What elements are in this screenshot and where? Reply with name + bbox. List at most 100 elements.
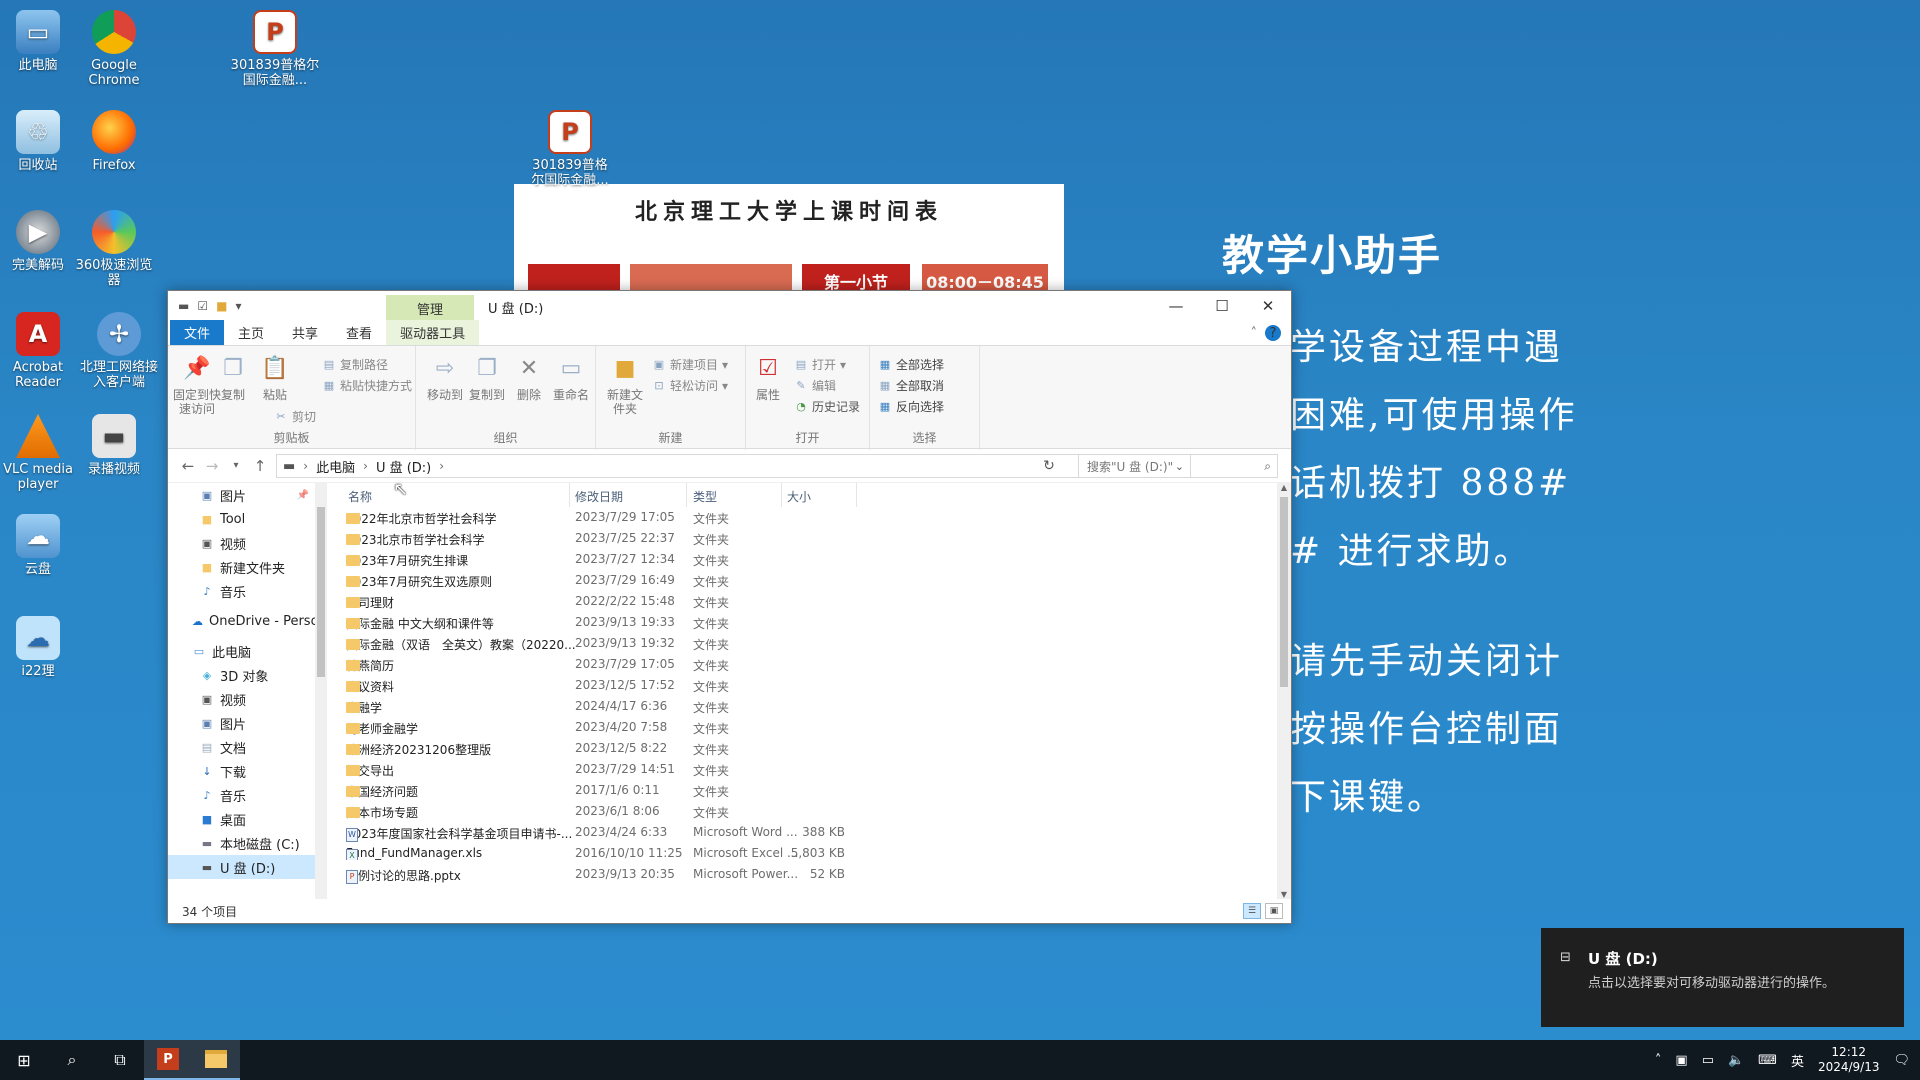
copy-button[interactable]: ❐ 复制 bbox=[212, 352, 254, 403]
history-button[interactable]: ◔ 历史记录 bbox=[794, 398, 860, 415]
file-row[interactable]: 中国经济问题 2017/1/6 0:11 文件夹 bbox=[336, 780, 1277, 801]
nav-item[interactable]: ▣ 图片 bbox=[168, 711, 315, 735]
help-icon[interactable]: ? bbox=[1265, 325, 1281, 341]
task-view-button[interactable]: ⧉ bbox=[96, 1040, 144, 1080]
file-row[interactable]: 2022年北京市哲学社会科学 2023/7/29 17:05 文件夹 bbox=[336, 507, 1277, 528]
nav-item[interactable]: ▣ 图片 📌 bbox=[168, 483, 315, 507]
chevron-up-icon[interactable]: ˄ bbox=[1655, 1053, 1662, 1068]
tab-drive-tools[interactable]: 驱动器工具 bbox=[386, 320, 480, 345]
start-button[interactable]: ⊞ bbox=[0, 1040, 48, 1080]
clock[interactable]: 12:12 2024/9/13 bbox=[1818, 1045, 1880, 1075]
properties-button[interactable]: ☑ 属性 bbox=[748, 352, 788, 403]
rename-button[interactable]: ▭ 重命名 bbox=[546, 352, 596, 403]
pin-icon[interactable]: 📌 bbox=[297, 490, 309, 501]
file-row[interactable]: 公司理财 2022/2/22 15:48 文件夹 bbox=[336, 591, 1277, 612]
nav-item[interactable]: ■ Tool bbox=[168, 507, 315, 531]
file-row[interactable]: 国际金融 中文大纲和课件等 2023/9/13 19:33 文件夹 bbox=[336, 612, 1277, 633]
nav-item[interactable]: ▬ U 盘 (D:) bbox=[168, 855, 315, 879]
file-row[interactable]: 会议资料 2023/12/5 17:52 文件夹 bbox=[336, 675, 1277, 696]
tab-share[interactable]: 共享 bbox=[278, 320, 332, 345]
desktop-icon-acrobat[interactable]: A Acrobat Reader bbox=[0, 312, 78, 390]
desktop-icon-recording[interactable]: ▬ 录播视频 bbox=[74, 414, 154, 477]
network-icon[interactable]: ▭ bbox=[1702, 1053, 1714, 1068]
cut-button[interactable]: ✂ 剪切 bbox=[274, 408, 316, 425]
edit-button[interactable]: ✎ 编辑 bbox=[794, 377, 836, 394]
desktop-icon-ppt-1[interactable]: P 301839普格尔国际金融... bbox=[225, 10, 325, 88]
column-date[interactable]: 修改日期 bbox=[575, 488, 623, 505]
chevron-right-icon[interactable]: › bbox=[303, 459, 308, 473]
search-button[interactable]: ⌕ bbox=[48, 1040, 96, 1080]
scrollbar-thumb[interactable] bbox=[1280, 497, 1288, 687]
easy-access-button[interactable]: ⊡ 轻松访问 ▾ bbox=[652, 377, 728, 394]
desktop-icon-cloud-drive[interactable]: ☁ 云盘 bbox=[0, 514, 78, 577]
column-size[interactable]: 大小 bbox=[787, 488, 811, 505]
file-row[interactable]: 2023北京市哲学社会科学 2023/7/25 22:37 文件夹 bbox=[336, 528, 1277, 549]
new-folder-icon[interactable]: ■ bbox=[216, 299, 227, 313]
minimize-button[interactable]: — bbox=[1153, 291, 1199, 321]
volume-icon[interactable]: 🔈 bbox=[1728, 1053, 1744, 1068]
desktop-icon-class-manager[interactable]: ☁ i22理 bbox=[0, 616, 78, 679]
maximize-button[interactable]: ☐ bbox=[1199, 291, 1245, 321]
file-row[interactable]: P 案例讨论的思路.pptx 2023/9/13 20:35 Microsoft Po… bbox=[336, 864, 1277, 885]
desktop-icon-this-pc[interactable]: ▭ 此电脑 bbox=[0, 10, 78, 73]
desktop-icon-media-player[interactable]: ▶ 完美解码 bbox=[0, 210, 78, 273]
details-view-button[interactable]: ☰ bbox=[1243, 903, 1261, 919]
chevron-down-icon[interactable]: ▾ bbox=[235, 299, 241, 313]
copy-path-button[interactable]: ▤ 复制路径 bbox=[322, 356, 388, 373]
app-tray-icon[interactable]: ▣ bbox=[1675, 1053, 1687, 1068]
nav-item[interactable]: ▣ 视频 bbox=[168, 531, 315, 555]
select-all-button[interactable]: ▦ 全部选择 bbox=[878, 356, 944, 373]
close-button[interactable]: ✕ bbox=[1245, 291, 1291, 321]
taskbar-file-explorer[interactable] bbox=[192, 1040, 240, 1080]
desktop-icon-chrome[interactable]: Google Chrome bbox=[74, 10, 154, 88]
desktop-icon-firefox[interactable]: Firefox bbox=[74, 110, 154, 173]
file-row[interactable]: X Fund_FundManager.xls 2016/10/10 11:25 Mic… bbox=[336, 843, 1277, 864]
file-row[interactable]: 欧洲经济20231206整理版 2023/12/5 8:22 文件夹 bbox=[336, 738, 1277, 759]
tab-view[interactable]: 查看 bbox=[332, 320, 386, 345]
desktop-icon-ppt-2[interactable]: P 301839普格尔国际金融... bbox=[530, 110, 610, 188]
paste-shortcut-button[interactable]: ▦ 粘贴快捷方式 bbox=[322, 377, 412, 394]
new-item-button[interactable]: ▣ 新建项目 ▾ bbox=[652, 356, 728, 373]
nav-scrollbar[interactable] bbox=[315, 483, 327, 899]
open-button[interactable]: ▤ 打开 ▾ bbox=[794, 356, 846, 373]
select-none-button[interactable]: ▦ 全部取消 bbox=[878, 377, 944, 394]
refresh-button[interactable]: ↻ bbox=[1036, 454, 1062, 478]
paste-button[interactable]: 📋 粘贴 bbox=[254, 352, 296, 403]
nav-item[interactable]: ☁ OneDrive - Perso bbox=[168, 609, 315, 633]
file-row[interactable]: 2023年7月研究生排课 2023/7/27 12:34 文件夹 bbox=[336, 549, 1277, 570]
file-row[interactable]: 提交导出 2023/7/29 14:51 文件夹 bbox=[336, 759, 1277, 780]
nav-item[interactable]: ■ 新建文件夹 bbox=[168, 555, 315, 579]
file-row[interactable]: 韩燕简历 2023/7/29 17:05 文件夹 bbox=[336, 654, 1277, 675]
column-type[interactable]: 类型 bbox=[693, 488, 717, 505]
file-row[interactable]: 金融学 2024/4/17 6:36 文件夹 bbox=[336, 696, 1277, 717]
notification-center-icon[interactable]: 🗨 bbox=[1893, 1053, 1910, 1068]
keyboard-icon[interactable]: ⌨ bbox=[1758, 1053, 1777, 1068]
file-row[interactable]: 资本市场专题 2023/6/1 8:06 文件夹 bbox=[336, 801, 1277, 822]
breadcrumb-usb-drive[interactable]: U 盘 (D:) bbox=[376, 457, 431, 476]
input-method[interactable]: 英 bbox=[1791, 1051, 1804, 1070]
nav-item[interactable]: ▭ 此电脑 bbox=[168, 639, 315, 663]
file-row[interactable]: W 2023年度国家社会科学基金项目申请书-... 2023/4/24 6:33 Mi… bbox=[336, 822, 1277, 843]
nav-item[interactable]: ▬ 本地磁盘 (C:) bbox=[168, 831, 315, 855]
scroll-up-icon[interactable]: ▲ bbox=[1277, 483, 1291, 492]
column-name[interactable]: 名称 bbox=[348, 488, 372, 505]
up-button[interactable]: ↑ bbox=[248, 457, 272, 475]
nav-item[interactable]: ▤ 文档 bbox=[168, 735, 315, 759]
nav-item[interactable]: ↓ 下载 bbox=[168, 759, 315, 783]
back-button[interactable]: ← bbox=[176, 457, 200, 475]
large-icons-view-button[interactable]: ▣ bbox=[1265, 903, 1283, 919]
scroll-down-icon[interactable]: ▼ bbox=[1277, 890, 1291, 899]
chevron-right-icon[interactable]: › bbox=[439, 459, 444, 473]
nav-item[interactable]: ▣ 视频 bbox=[168, 687, 315, 711]
autoplay-notification[interactable]: ⊟ U 盘 (D:) 点击以选择要对可移动驱动器进行的操作。 bbox=[1541, 928, 1904, 1027]
nav-item[interactable]: ♪ 音乐 bbox=[168, 783, 315, 807]
file-row[interactable]: 2023年7月研究生双选原则 2023/7/29 16:49 文件夹 bbox=[336, 570, 1277, 591]
nav-item[interactable]: ■ 桌面 bbox=[168, 807, 315, 831]
desktop-icon-vlc[interactable]: VLC media player bbox=[0, 414, 78, 492]
chevron-up-icon[interactable]: ˄ bbox=[1251, 326, 1258, 341]
forward-button[interactable]: → bbox=[200, 457, 224, 475]
file-scrollbar[interactable]: ▲ ▼ bbox=[1277, 483, 1291, 899]
chevron-right-icon[interactable]: › bbox=[363, 459, 368, 473]
recent-locations-button[interactable]: ▾ bbox=[224, 460, 248, 471]
properties-icon[interactable]: ☑ bbox=[197, 299, 208, 313]
